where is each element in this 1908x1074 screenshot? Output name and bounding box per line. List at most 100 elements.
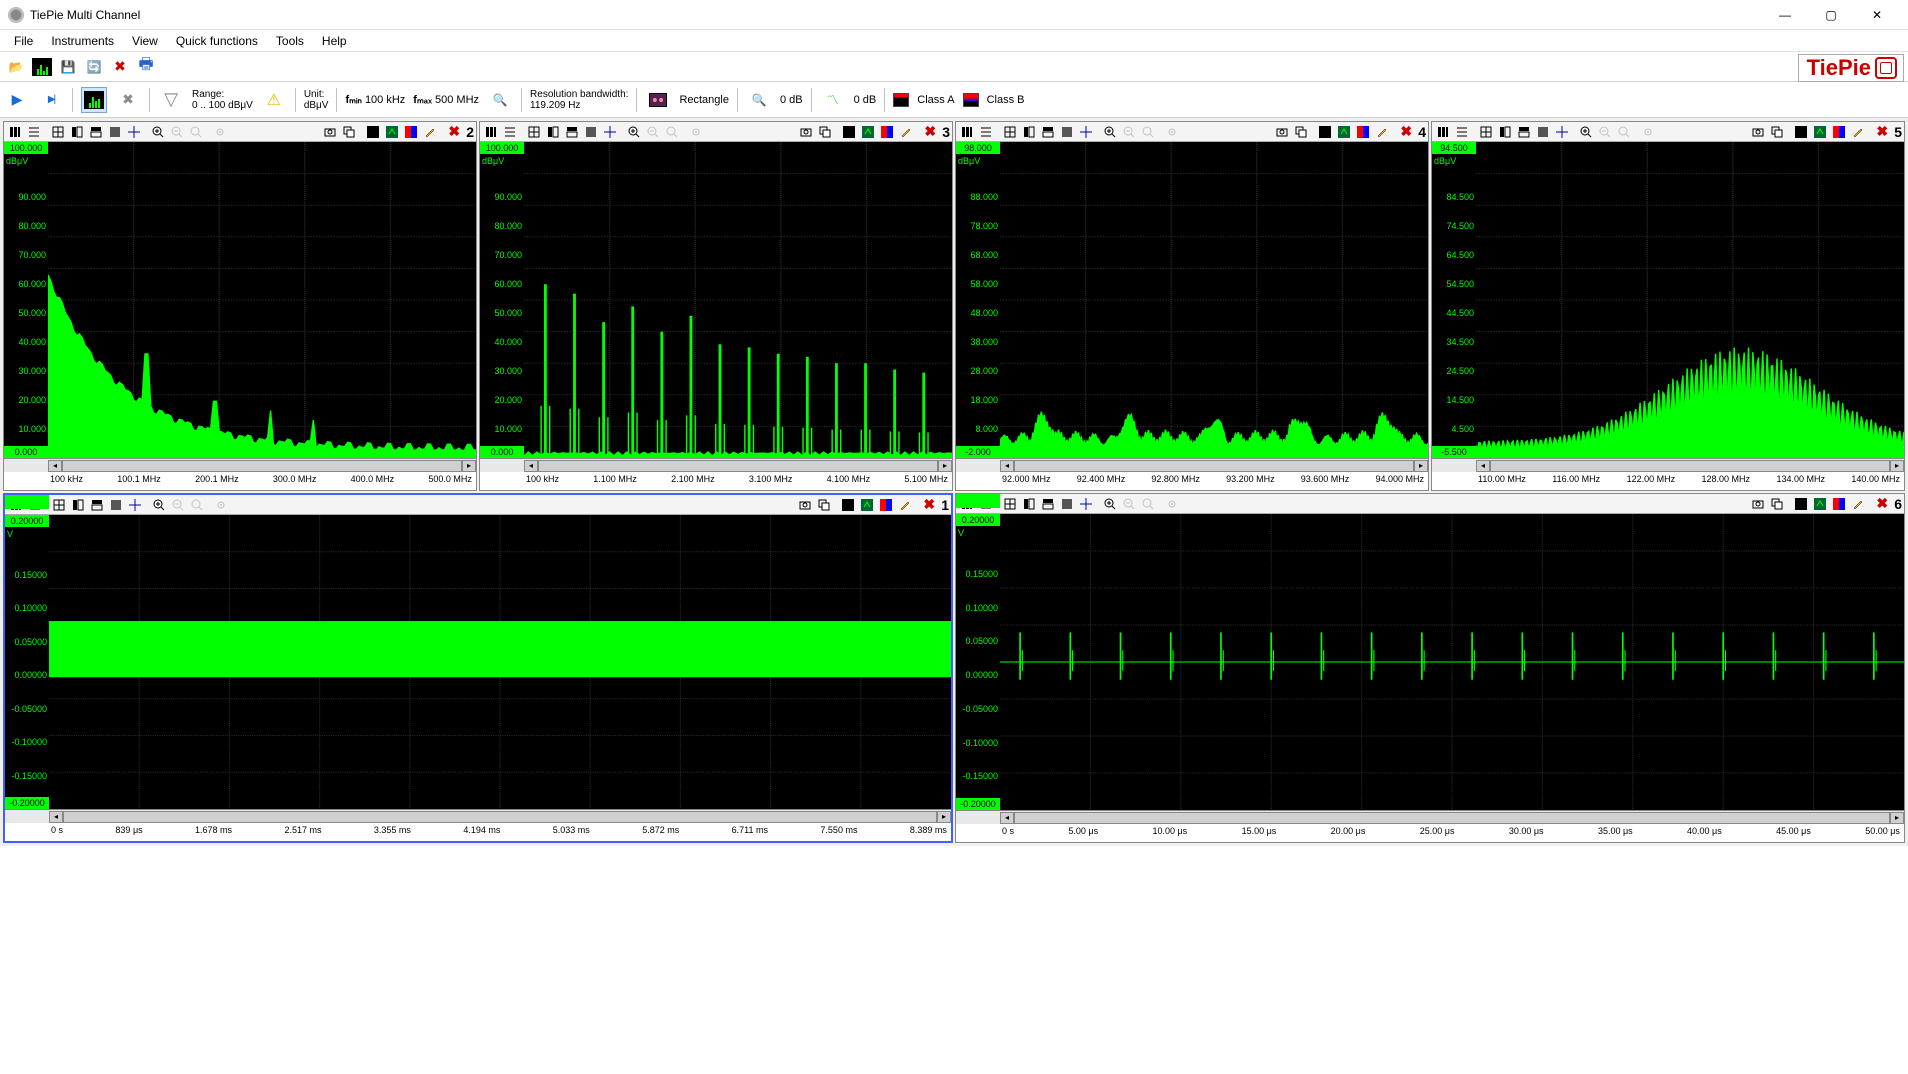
zoom-out-icon[interactable] [168,123,186,141]
edit-icon[interactable] [1849,123,1867,141]
menu-file[interactable]: File [6,32,41,50]
layout2-icon[interactable] [544,123,562,141]
close-graph-icon[interactable]: ✖ [1873,495,1891,513]
list-icon[interactable] [501,123,519,141]
y-axis[interactable]: 100.000 dBμV 90.00080.00070.00060.00050.… [480,142,524,458]
unit-value[interactable]: dBμV [304,100,329,111]
columns-icon[interactable] [1434,123,1452,141]
scroll-right-button[interactable]: ▸ [1414,460,1428,472]
class-b-label[interactable]: Class B [987,94,1025,106]
columns-icon[interactable] [6,123,24,141]
scroll-right-button[interactable]: ▸ [462,460,476,472]
columns-icon[interactable] [482,123,500,141]
maximize-button[interactable]: ▢ [1808,0,1854,30]
scroll-right-button[interactable]: ▸ [937,811,951,823]
layout2-icon[interactable] [69,496,87,514]
export-icon[interactable] [1811,123,1829,141]
grid-icon[interactable] [49,123,67,141]
close-graph-icon[interactable]: ✖ [1873,123,1891,141]
list-icon[interactable] [977,123,995,141]
graph-6[interactable]: ✖6 0.20000 V 0.150000.100000.050000.0000… [955,493,1905,843]
edit-icon[interactable] [421,123,439,141]
color-icon[interactable] [1354,123,1372,141]
single-shot-button[interactable] [38,87,64,113]
scroll-right-button[interactable]: ▸ [938,460,952,472]
snapshot-icon[interactable] [796,496,814,514]
zoom-out-icon[interactable] [644,123,662,141]
cursor-icon[interactable] [1553,123,1571,141]
plot-area[interactable] [1000,514,1904,810]
close-graph-icon[interactable]: ✖ [445,123,463,141]
zoom-fit-icon[interactable] [187,123,205,141]
spectrum-mode-button[interactable] [81,87,107,113]
window-function-icon[interactable] [645,87,671,113]
scroll-track[interactable] [1490,460,1890,472]
edit-icon[interactable] [896,496,914,514]
layout4-icon[interactable] [1534,123,1552,141]
zoom-in-icon[interactable] [1101,123,1119,141]
grid-icon[interactable] [525,123,543,141]
close-button[interactable]: ✕ [1854,0,1900,30]
scroll-left-button[interactable]: ◂ [1476,460,1490,472]
scroll-right-button[interactable]: ▸ [1890,812,1904,824]
zoom-out-icon[interactable] [1596,123,1614,141]
y-axis[interactable]: 100.000 dBμV 90.00080.00070.00060.00050.… [4,142,48,458]
zoom-in-icon[interactable] [150,496,168,514]
list-icon[interactable] [1453,123,1471,141]
grid-icon[interactable] [1001,123,1019,141]
zoom-fit-icon[interactable] [188,496,206,514]
grid-icon[interactable] [1477,123,1495,141]
scroll-left-button[interactable]: ◂ [1000,812,1014,824]
fmin-control[interactable]: fₘᵢₙ 100 kHz [345,93,405,106]
snapshot-icon[interactable] [321,123,339,141]
copy-icon[interactable] [816,123,834,141]
menu-tools[interactable]: Tools [268,32,312,50]
export-icon[interactable] [859,123,877,141]
scroll-track[interactable] [538,460,938,472]
dark-icon[interactable] [1792,495,1810,513]
snapshot-icon[interactable] [1273,123,1291,141]
menu-instruments[interactable]: Instruments [43,32,122,50]
graph-3[interactable]: ✖3 100.000 dBμV 90.00080.00070.00060.000… [479,121,953,491]
dark-icon[interactable] [1792,123,1810,141]
close-graph-icon[interactable]: ✖ [921,123,939,141]
layout2-icon[interactable] [1020,495,1038,513]
cursor-icon[interactable] [1077,123,1095,141]
export-icon[interactable] [1335,123,1353,141]
y-axis[interactable]: 0.20000 V 0.150000.100000.050000.00000-0… [956,514,1000,810]
layout3-icon[interactable] [1039,495,1057,513]
menu-help[interactable]: Help [314,32,355,50]
class-a-swatch[interactable] [893,93,909,107]
copy-icon[interactable] [340,123,358,141]
y-axis[interactable]: 94.500 dBμV 84.50074.50064.50054.50044.5… [1432,142,1476,458]
layout4-icon[interactable] [582,123,600,141]
scroll-track[interactable] [1014,460,1414,472]
layout3-icon[interactable] [88,496,106,514]
zoom-out-icon[interactable] [1120,495,1138,513]
layout2-icon[interactable] [1496,123,1514,141]
zoom-fit-icon[interactable] [663,123,681,141]
snapshot-icon[interactable] [1749,495,1767,513]
range-value[interactable]: 0 .. 100 dBμV [192,100,253,111]
gear-icon[interactable] [687,123,705,141]
class-a-label[interactable]: Class A [917,94,954,106]
color-icon[interactable] [402,123,420,141]
scroll-left-button[interactable]: ◂ [1000,460,1014,472]
zoom-in-icon[interactable] [625,123,643,141]
dark-icon[interactable] [839,496,857,514]
scroll-left-button[interactable]: ◂ [48,460,62,472]
minimize-button[interactable]: — [1762,0,1808,30]
gear-icon[interactable] [1163,123,1181,141]
copy-icon[interactable] [815,496,833,514]
zoom-fit-icon[interactable] [1615,123,1633,141]
layout2-icon[interactable] [1020,123,1038,141]
close-graph-icon[interactable]: ✖ [920,496,938,514]
zoom-fit-icon[interactable] [1139,123,1157,141]
reload-button[interactable] [82,55,106,79]
layout3-icon[interactable] [87,123,105,141]
copy-icon[interactable] [1768,495,1786,513]
gear-icon[interactable] [211,123,229,141]
color-icon[interactable] [877,496,895,514]
window-function-value[interactable]: Rectangle [679,94,729,106]
x-scrollbar[interactable]: ◂ ▸ [956,810,1904,824]
